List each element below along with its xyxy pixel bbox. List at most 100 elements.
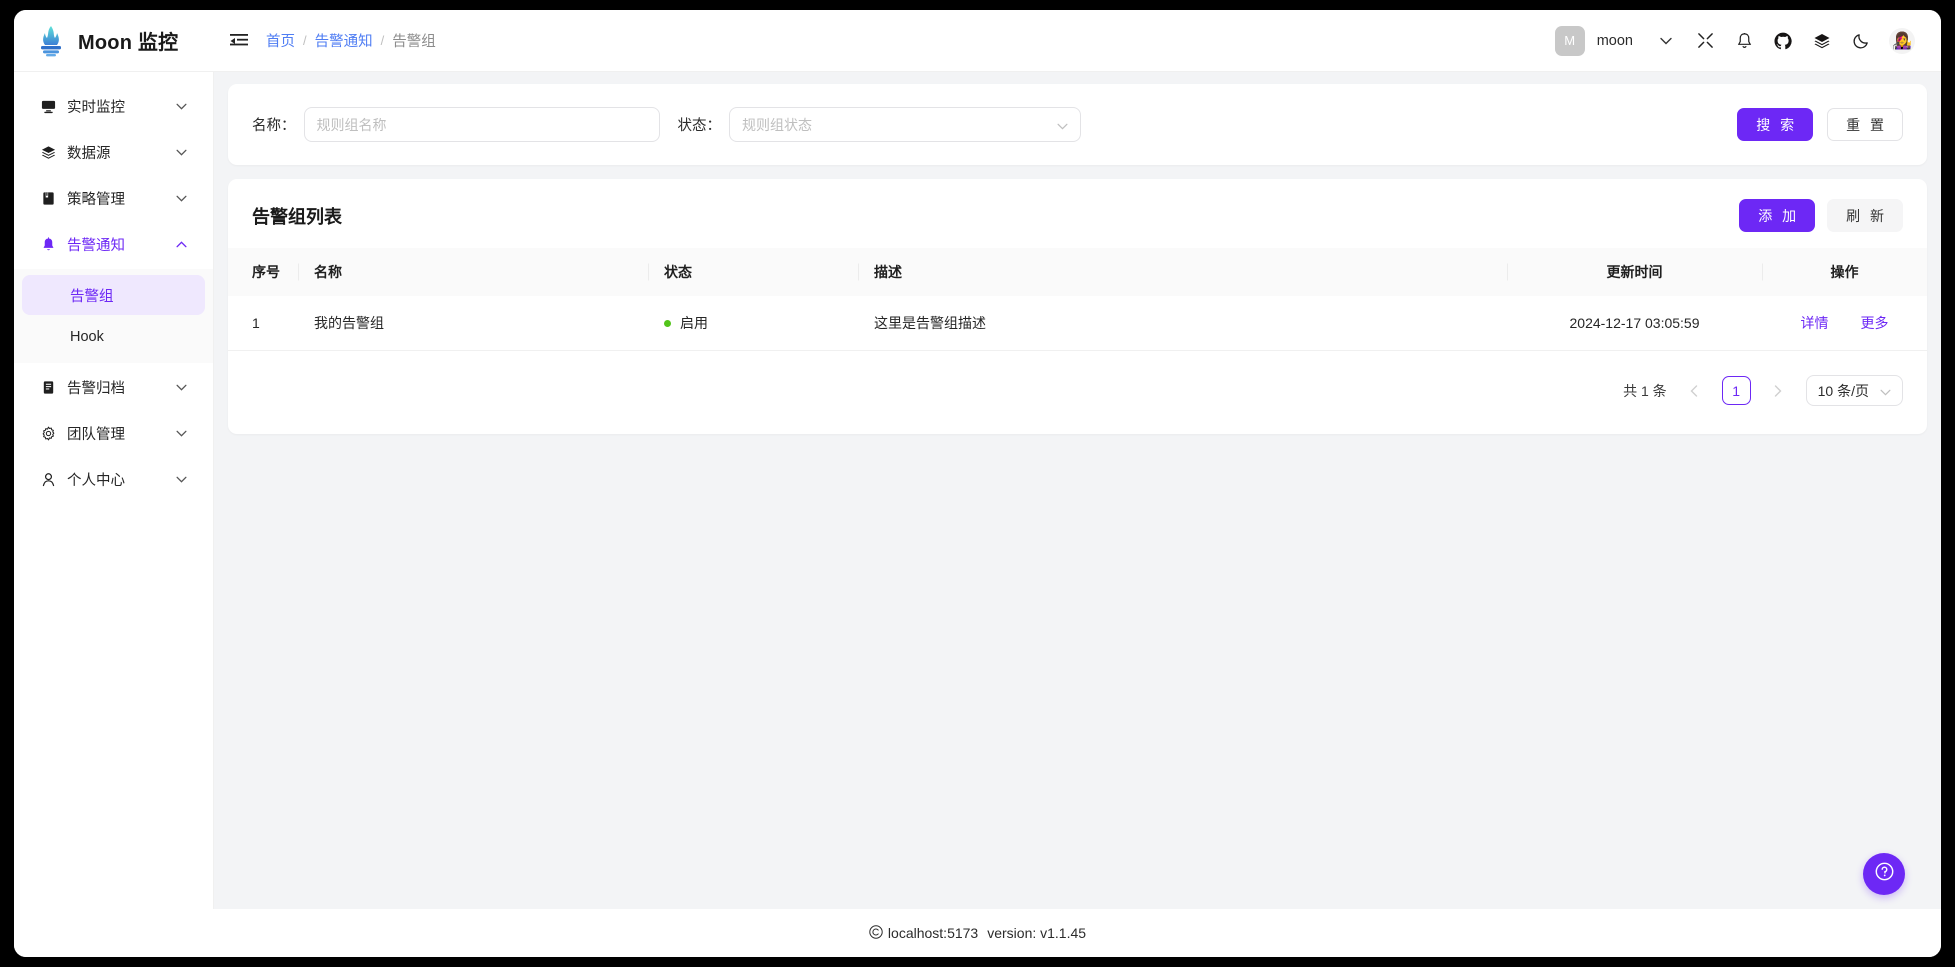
search-buttons: 搜 索 重 置 xyxy=(1737,108,1903,141)
menu-collapse-icon[interactable] xyxy=(228,30,250,52)
sidebar-item-label: 团队管理 xyxy=(67,427,125,443)
database-layers-icon xyxy=(40,145,56,161)
body-wrapper: 实时监控 数据源 策略管理 告警通知 告警组 Hook 告警归档 团队管理 个人… xyxy=(14,72,1941,909)
policy-book-icon xyxy=(40,191,56,207)
cell-description: 这里是告警组描述 xyxy=(858,296,1507,351)
brand-logo-area[interactable]: Moon 监控 xyxy=(14,10,214,72)
list-header: 告警组列表 添 加 刷 新 xyxy=(228,179,1927,248)
sidebar-item-label: 告警归档 xyxy=(67,381,125,397)
help-button[interactable] xyxy=(1863,853,1905,895)
chevron-down-icon xyxy=(1057,117,1068,133)
table-row[interactable]: 1 我的告警组 启用 这里是告警组描述 2024-12-17 03:05:59 xyxy=(228,296,1927,351)
column-header-name: 名称 xyxy=(298,248,648,296)
sidebar-subitem-label: Hook xyxy=(70,329,104,345)
chevron-up-icon xyxy=(175,239,187,251)
chevron-down-icon xyxy=(175,382,187,394)
alarm-group-list-card: 告警组列表 添 加 刷 新 序号 名称 状态 描述 更新时间 操作 1 我的告警… xyxy=(228,179,1927,434)
detail-link[interactable]: 详情 xyxy=(1801,313,1829,333)
breadcrumb-separator: / xyxy=(380,33,385,48)
row-action-links: 详情 更多 xyxy=(1778,313,1911,333)
alarm-group-table: 序号 名称 状态 描述 更新时间 操作 1 我的告警组 启用 这里是告警组描述 … xyxy=(228,248,1927,351)
bell-icon[interactable] xyxy=(1733,30,1755,52)
pagination-page-1[interactable]: 1 xyxy=(1721,376,1751,405)
add-button[interactable]: 添 加 xyxy=(1739,199,1816,232)
sidebar: 实时监控 数据源 策略管理 告警通知 告警组 Hook 告警归档 团队管理 个人… xyxy=(14,72,214,909)
list-action-buttons: 添 加 刷 新 xyxy=(1739,199,1903,232)
page-title: 告警组列表 xyxy=(252,206,342,227)
filter-name-field: 名称： 规则组名称 xyxy=(252,107,660,142)
sidebar-item-policy-manage[interactable]: 策略管理 xyxy=(22,177,205,220)
gear-icon xyxy=(40,426,56,442)
breadcrumb-item-current: 告警组 xyxy=(392,34,436,50)
column-header-description: 描述 xyxy=(858,248,1507,296)
breadcrumb-item-home[interactable]: 首页 xyxy=(266,30,295,51)
refresh-button[interactable]: 刷 新 xyxy=(1827,199,1903,232)
cell-updated-at: 2024-12-17 03:05:59 xyxy=(1507,296,1762,351)
column-header-index: 序号 xyxy=(228,248,298,296)
cell-status: 启用 xyxy=(648,296,858,351)
sidebar-item-label: 告警通知 xyxy=(67,238,125,254)
copyright-icon xyxy=(869,924,883,942)
pagination-total: 共 1 条 xyxy=(1623,382,1667,399)
question-circle-icon xyxy=(1874,861,1895,887)
sidebar-item-datasource[interactable]: 数据源 xyxy=(22,131,205,174)
monitor-icon xyxy=(40,99,56,115)
breadcrumb-item-alarm-notify[interactable]: 告警通知 xyxy=(315,30,373,51)
chevron-left-icon[interactable] xyxy=(1681,377,1708,404)
chevron-down-icon xyxy=(175,474,187,486)
sidebar-item-personal-center[interactable]: 个人中心 xyxy=(22,458,205,501)
chevron-right-icon[interactable] xyxy=(1765,377,1792,404)
bell-icon xyxy=(40,236,56,253)
sidebar-item-realtime-monitor[interactable]: 实时监控 xyxy=(22,85,205,128)
sidebar-item-alarm-group[interactable]: 告警组 xyxy=(22,275,205,315)
search-filter-card: 名称： 规则组名称 状态： 规则组状态 搜 索 重 置 xyxy=(228,84,1927,165)
page-size-select[interactable]: 10 条/页 xyxy=(1805,375,1903,406)
filter-status-label: 状态： xyxy=(677,118,722,134)
sidebar-item-team-manage[interactable]: 团队管理 xyxy=(22,412,205,455)
main-content: 名称： 规则组名称 状态： 规则组状态 搜 索 重 置 告警组列表 添 加 刷 … xyxy=(214,72,1941,909)
table-header-row: 序号 名称 状态 描述 更新时间 操作 xyxy=(228,248,1927,296)
breadcrumb: 首页 / 告警通知 / 告警组 xyxy=(266,30,436,51)
chevron-down-icon xyxy=(175,101,187,113)
workspace-avatar[interactable]: M xyxy=(1554,25,1585,56)
column-header-status: 状态 xyxy=(648,248,858,296)
user-icon xyxy=(40,472,56,488)
github-icon[interactable] xyxy=(1772,30,1794,52)
sidebar-item-label: 个人中心 xyxy=(67,473,125,489)
column-header-actions: 操作 xyxy=(1762,248,1927,296)
sidebar-item-label: 实时监控 xyxy=(67,100,125,116)
status-label: 启用 xyxy=(680,315,708,331)
sidebar-item-alarm-notify[interactable]: 告警通知 xyxy=(22,223,205,266)
table-body: 1 我的告警组 启用 这里是告警组描述 2024-12-17 03:05:59 xyxy=(228,296,1927,351)
status-select[interactable]: 规则组状态 xyxy=(729,107,1081,142)
chevron-down-icon[interactable] xyxy=(1655,30,1677,52)
filter-name-label: 名称： xyxy=(252,118,296,134)
user-name-label[interactable]: moon xyxy=(1597,33,1633,49)
topbar-right-group: M moon 👩‍🎤 xyxy=(1554,25,1941,56)
app-window: Moon 监控 首页 / 告警通知 / 告警组 M moon xyxy=(14,10,1941,957)
sidebar-item-alarm-archive[interactable]: 告警归档 xyxy=(22,366,205,409)
top-bar: Moon 监控 首页 / 告警通知 / 告警组 M moon xyxy=(14,10,1941,72)
chevron-down-icon xyxy=(175,428,187,440)
breadcrumb-separator: / xyxy=(303,33,307,48)
status-dot-icon xyxy=(664,319,671,327)
chevron-down-icon xyxy=(175,193,187,205)
topbar-left-group: 首页 / 告警通知 / 告警组 xyxy=(214,30,436,52)
sidebar-item-label: 策略管理 xyxy=(67,192,125,208)
docs-layers-icon[interactable] xyxy=(1811,30,1833,52)
page-size-label: 10 条/页 xyxy=(1817,382,1869,399)
search-button[interactable]: 搜 索 xyxy=(1737,108,1814,141)
search-input[interactable]: 规则组名称 xyxy=(303,107,660,142)
status-badge: 启用 xyxy=(664,313,842,333)
fullscreen-icon[interactable] xyxy=(1694,30,1716,52)
footer: localhost:5173 version: v1.1.45 xyxy=(14,909,1941,957)
flame-logo-icon xyxy=(36,25,66,57)
sidebar-item-hook[interactable]: Hook xyxy=(22,317,205,357)
footer-version: version: v1.1.45 xyxy=(987,925,1087,941)
dark-mode-moon-icon[interactable] xyxy=(1850,30,1872,52)
chevron-down-icon xyxy=(175,147,187,159)
reset-button[interactable]: 重 置 xyxy=(1827,108,1903,141)
avatar[interactable]: 👩‍🎤 xyxy=(1889,27,1915,54)
more-link[interactable]: 更多 xyxy=(1861,313,1889,333)
table-header: 序号 名称 状态 描述 更新时间 操作 xyxy=(228,248,1927,296)
